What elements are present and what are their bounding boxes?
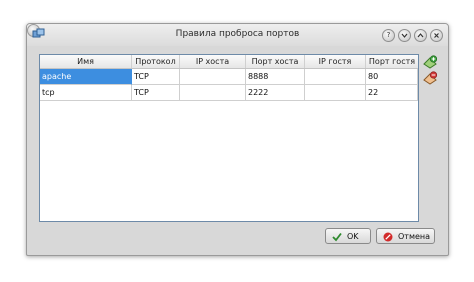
cell-host-port[interactable]: 8888 [246,69,305,85]
cell-guest-port[interactable]: 22 [366,85,418,101]
cell-protocol[interactable]: TCP [132,85,180,101]
add-rule-icon[interactable] [423,55,437,69]
cancel-button[interactable]: Отмена [376,228,435,244]
column-header-name[interactable]: Имя [40,55,132,68]
table-row[interactable]: apache TCP 8888 80 [40,69,418,85]
close-button[interactable] [430,29,443,42]
column-header-protocol[interactable]: Протокол [132,55,180,68]
maximize-icon [417,33,424,38]
cell-host-ip[interactable] [180,85,246,101]
cell-host-port[interactable]: 2222 [246,85,305,101]
cell-guest-ip[interactable] [305,85,366,101]
title-bar[interactable]: Правила проброса портов ? [27,24,448,46]
cell-name[interactable]: tcp [40,85,132,101]
cell-host-ip[interactable] [180,69,246,85]
close-icon [434,33,439,38]
port-rules-table[interactable]: Имя Протокол IP хоста Порт хоста IP гост… [39,54,419,222]
help-icon: ? [386,31,391,39]
table-row[interactable]: tcp TCP 2222 22 [40,85,418,101]
cancel-label: Отмена [398,232,431,241]
cancel-icon [383,232,393,242]
minimize-icon [401,33,408,38]
cell-guest-port[interactable]: 80 [366,69,418,85]
table-header: Имя Протокол IP хоста Порт хоста IP гост… [40,55,418,69]
column-header-host-port[interactable]: Порт хоста [246,55,305,68]
help-button[interactable]: ? [382,29,395,42]
cell-name[interactable]: apache [40,69,132,85]
column-header-host-ip[interactable]: IP хоста [180,55,246,68]
column-header-guest-ip[interactable]: IP гостя [305,55,366,68]
remove-rule-icon[interactable] [423,71,437,85]
column-header-guest-port[interactable]: Порт гостя [366,55,418,68]
maximize-button[interactable] [414,29,427,42]
port-forwarding-dialog: Правила проброса портов ? Имя Протокол I… [26,23,449,256]
ok-label: OK [347,232,359,241]
minimize-button[interactable] [398,29,411,42]
check-icon [332,232,342,242]
ok-button[interactable]: OK [325,228,371,244]
cell-protocol[interactable]: TCP [132,69,180,85]
cell-guest-ip[interactable] [305,69,366,85]
